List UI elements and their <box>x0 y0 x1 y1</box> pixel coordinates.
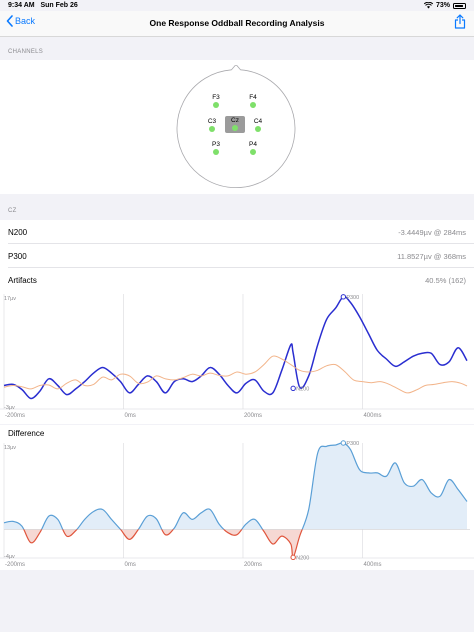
metric-label: N200 <box>8 228 28 237</box>
x-tick-label: 0ms <box>124 413 135 419</box>
difference-chart-svg: -200ms 0ms 200ms 400ms 13µv -4µv N200 P300 <box>0 440 474 568</box>
y-min-label: -4µv <box>4 554 15 560</box>
navigation-bar: Back One Response Oddball Recording Anal… <box>0 11 474 37</box>
electrode-f3[interactable]: F3 <box>206 94 226 108</box>
x-tick-label: 400ms <box>363 413 381 419</box>
peak-label: P300 <box>346 295 359 301</box>
share-button[interactable] <box>454 14 466 34</box>
metric-row-p300: P300 11.8527µv @ 368ms <box>0 244 474 268</box>
x-tick-label: 400ms <box>363 562 381 568</box>
x-tick-label: 200ms <box>244 413 262 419</box>
electrode-f4[interactable]: F4 <box>243 94 263 108</box>
x-tick-label: 200ms <box>244 562 262 568</box>
positive-area <box>4 442 467 530</box>
cz-section-label: CZ <box>8 208 17 214</box>
erp-chart: -200ms 0ms 200ms 400ms 17µv -3µv N200 P300 <box>0 289 474 424</box>
share-icon <box>454 14 466 29</box>
y-min-label: -3µv <box>4 405 15 411</box>
electrode-c3[interactable]: C3 <box>202 118 222 132</box>
metric-value: 11.8527µv @ 368ms <box>397 252 466 261</box>
electrode-p3[interactable]: P3 <box>206 141 226 155</box>
peak-label: P300 <box>346 441 359 447</box>
metric-label: Artifacts <box>8 276 37 285</box>
x-tick-label: -200ms <box>5 413 25 419</box>
status-bar: 9:34 AM Sun Feb 26 73% <box>0 0 474 11</box>
electrode-cz[interactable]: Cz <box>225 116 245 133</box>
peak-label: N200 <box>296 386 309 392</box>
difference-chart: Difference -200ms 0ms 200ms 400ms 13µv -4µv N2… <box>0 425 474 570</box>
y-max-label: 17µv <box>4 296 16 302</box>
erp-chart-svg: -200ms 0ms 200ms 400ms 17µv -3µv N200 P300 <box>0 294 474 419</box>
page-title: One Response Oddball Recording Analysis <box>149 18 325 28</box>
battery-percent: 73% <box>435 2 450 9</box>
metric-row-n200: N200 -3.4449µv @ 284ms <box>0 220 474 244</box>
peak-marker <box>340 440 347 446</box>
x-tick-label: 0ms <box>124 562 135 568</box>
channels-section-label: CHANNELS <box>8 49 44 55</box>
peak-marker <box>290 554 296 561</box>
status-time: 9:34 AM <box>8 2 35 9</box>
metric-value: -3.4449µv @ 284ms <box>398 228 466 237</box>
electrode-c4[interactable]: C4 <box>248 118 268 132</box>
peak-label: N200 <box>296 555 309 561</box>
peak-marker <box>290 385 296 392</box>
peak-marker <box>340 294 347 300</box>
target-waveform-line <box>3 295 468 400</box>
standard-waveform-line <box>3 355 468 394</box>
battery-icon <box>453 2 466 9</box>
status-date: Sun Feb 26 <box>40 2 78 9</box>
x-tick-label: -200ms <box>5 562 25 568</box>
y-max-label: 13µv <box>4 445 16 451</box>
electrode-p4[interactable]: P4 <box>243 141 263 155</box>
wifi-icon <box>423 2 433 9</box>
metric-label: P300 <box>8 252 27 261</box>
metric-value: 40.5% (162) <box>425 276 466 285</box>
